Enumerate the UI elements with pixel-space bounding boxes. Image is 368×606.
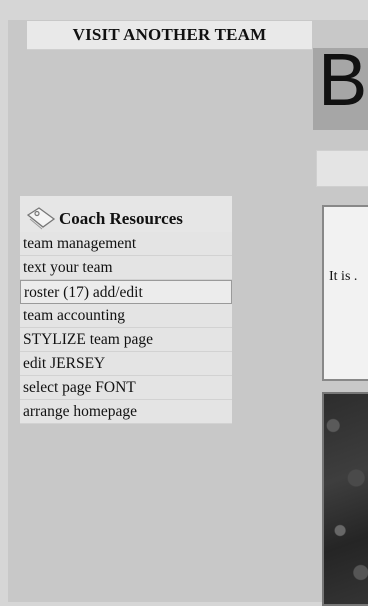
menu-item-team-accounting[interactable]: team accounting (20, 304, 232, 328)
content-text: It is . (329, 269, 358, 284)
coach-resources-header: Coach Resources (20, 196, 232, 232)
menu-item-team-management[interactable]: team management (20, 232, 232, 256)
coach-resources-title: Coach Resources (59, 209, 183, 228)
menu-item-select-page-font[interactable]: select page FONT (20, 376, 232, 400)
menu-item-edit-jersey[interactable]: edit JERSEY (20, 352, 232, 376)
tag-icon (26, 207, 56, 230)
menu-item-text-your-team[interactable]: text your team (20, 256, 232, 280)
visit-another-team-button[interactable]: VISIT ANOTHER TEAM (27, 21, 312, 50)
coach-resources-menu: team management text your team roster (1… (20, 232, 232, 424)
team-photo (322, 392, 368, 606)
coach-resources-panel: Coach Resources team management text you… (20, 196, 232, 424)
menu-item-arrange-homepage[interactable]: arrange homepage (20, 400, 232, 424)
team-name-title: B (318, 40, 368, 120)
menu-item-stylize-team-page[interactable]: STYLIZE team page (20, 328, 232, 352)
menu-item-roster[interactable]: roster (17) add/edit (20, 280, 232, 304)
content-box: It is . (322, 205, 368, 381)
nav-strip (316, 150, 368, 187)
